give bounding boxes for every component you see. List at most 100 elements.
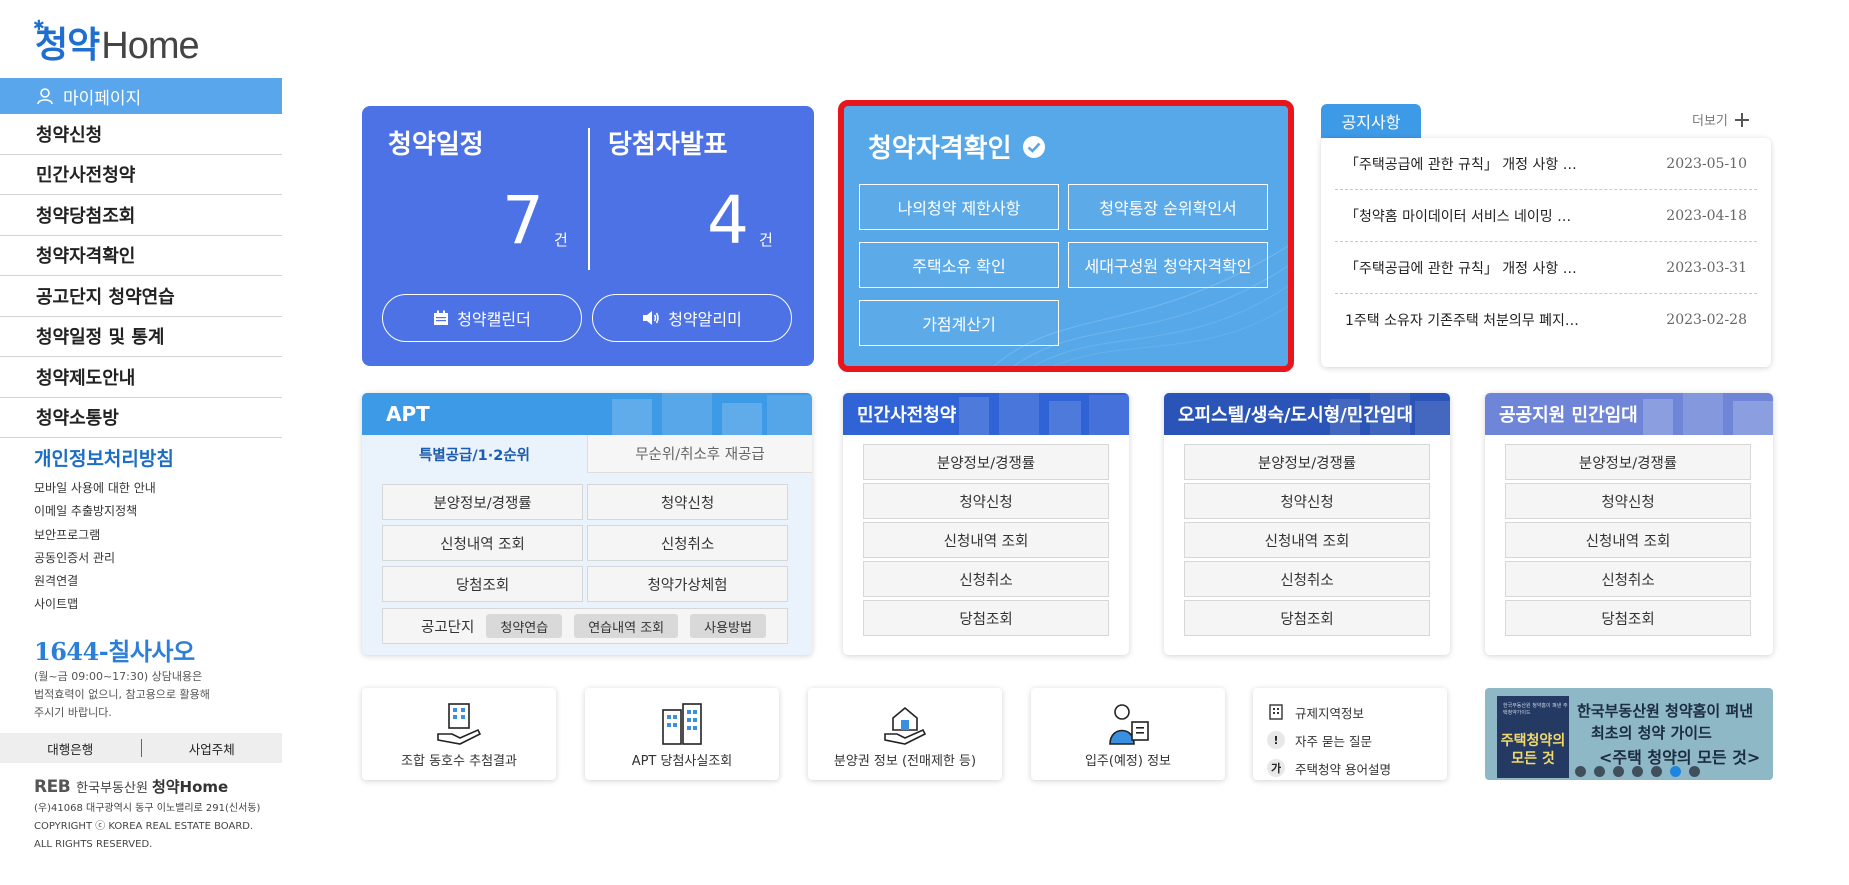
- sitemap-link[interactable]: 사이트맵: [34, 595, 274, 618]
- certificate-link[interactable]: 공동인증서 관리: [34, 549, 274, 572]
- officetel-sale-info-button[interactable]: 분양정보/경쟁률: [1184, 444, 1430, 480]
- security-program-link[interactable]: 보안프로그램: [34, 526, 274, 549]
- apt-virtual-button[interactable]: 청약가상체험: [587, 566, 788, 602]
- officetel-history-button[interactable]: 신청내역 조회: [1184, 522, 1430, 558]
- my-restrictions-button[interactable]: 나의청약 제한사항: [859, 184, 1059, 230]
- winner-announce-title[interactable]: 당첨자발표: [608, 124, 728, 161]
- winner-count-number: 4: [707, 182, 749, 259]
- notice-item[interactable]: 「주택공급에 관한 규칙」 개정 사항 … 2023-05-10: [1335, 138, 1757, 190]
- carousel-dot[interactable]: [1594, 766, 1605, 777]
- carousel-dot[interactable]: [1632, 766, 1643, 777]
- alarm-button-label: 청약알리미: [668, 310, 742, 329]
- alarm-button[interactable]: 청약알리미: [592, 294, 792, 342]
- email-policy-link[interactable]: 이메일 추출방지정책: [34, 502, 274, 525]
- carousel-dot[interactable]: [1651, 766, 1662, 777]
- calendar-button[interactable]: 청약캘린더: [382, 294, 582, 342]
- union-lottery-card[interactable]: 조합 동호수 추첨결과: [362, 688, 556, 780]
- officetel-apply-button[interactable]: 청약신청: [1184, 483, 1430, 519]
- guide-banner[interactable]: 한국부동산원 청약홈이 펴낸 주택청약가이드 주택청약의 모든 것 한국부동산원…: [1485, 688, 1773, 780]
- carousel-dot-active[interactable]: [1670, 766, 1681, 777]
- sidebar-item-schedule-stats[interactable]: 청약일정 및 통계: [0, 317, 282, 357]
- score-calculator-button[interactable]: 가점계산기: [859, 300, 1059, 346]
- guide-book-image: 한국부동산원 청약홈이 펴낸 주택청약가이드 주택청약의 모든 것: [1497, 696, 1569, 778]
- pre-sale-info-button[interactable]: 분양정보/경쟁률: [863, 444, 1109, 480]
- sidebar-item-private-pre[interactable]: 민간사전청약: [0, 155, 282, 195]
- sidebar-item-apply[interactable]: 청약신청: [0, 114, 282, 155]
- usage-chip[interactable]: 사용방법: [690, 614, 766, 638]
- officetel-cancel-button[interactable]: 신청취소: [1184, 561, 1430, 597]
- practice-history-chip[interactable]: 연습내역 조회: [574, 614, 679, 638]
- regulated-area-link[interactable]: 규제지역정보: [1267, 698, 1433, 726]
- mypage-link[interactable]: 마이페이지: [0, 78, 282, 114]
- pre-winner-button[interactable]: 당첨조회: [863, 600, 1109, 636]
- apt-sale-info-button[interactable]: 분양정보/경쟁률: [382, 484, 583, 520]
- officetel-winner-button[interactable]: 당첨조회: [1184, 600, 1430, 636]
- notice-tab[interactable]: 공지사항: [1321, 104, 1421, 138]
- glossary-link[interactable]: 가 주택청약 용어설명: [1267, 754, 1433, 782]
- buildings-illustration: [1643, 393, 1773, 435]
- public-sale-info-button[interactable]: 분양정보/경쟁률: [1505, 444, 1751, 480]
- phone-note-line: (월~금 09:00~17:30) 상담내용은: [34, 670, 203, 683]
- book-title-line: 주택청약의: [1500, 733, 1566, 749]
- practice-chip[interactable]: 청약연습: [486, 614, 563, 638]
- notice-item[interactable]: 1주택 소유자 기존주택 처분의무 폐지… 2023-02-28: [1335, 294, 1757, 346]
- carousel-dots: [1575, 766, 1708, 777]
- privacy-policy-link[interactable]: 개인정보처리방침: [34, 444, 274, 471]
- pre-apply-button[interactable]: 청약신청: [863, 483, 1109, 519]
- public-winner-button[interactable]: 당첨조회: [1505, 600, 1751, 636]
- apt-winner-fact-card[interactable]: APT 당첨사실조회: [585, 688, 779, 780]
- notice-item[interactable]: 「주택공급에 관한 규칙」 개정 사항 … 2023-03-31: [1335, 242, 1757, 294]
- check-circle-icon: [1022, 135, 1045, 158]
- tab-special-supply[interactable]: 특별공급/1·2순위: [362, 435, 587, 473]
- notice-item[interactable]: 「청약홈 마이데이터 서비스 네이밍 … 2023-04-18: [1335, 190, 1757, 242]
- tab-unranked-resupply[interactable]: 무순위/취소후 재공급: [587, 435, 812, 473]
- apt-winner-button[interactable]: 당첨조회: [382, 566, 583, 602]
- schedule-title[interactable]: 청약일정: [388, 124, 484, 161]
- sidebar-item-community[interactable]: 청약소통방: [0, 398, 282, 438]
- exclamation-icon: !: [1267, 731, 1285, 749]
- faq-link[interactable]: ! 자주 묻는 질문: [1267, 726, 1433, 754]
- winner-count[interactable]: 4 건: [707, 188, 773, 254]
- private-pre-card: 민간사전청약 분양정보/경쟁률 청약신청 신청내역 조회 신청취소 당첨조회: [843, 393, 1129, 655]
- apt-cancel-button[interactable]: 신청취소: [587, 525, 788, 561]
- carousel-dot[interactable]: [1689, 766, 1700, 777]
- mobile-guide-link[interactable]: 모바일 사용에 대한 안내: [34, 479, 274, 502]
- remote-link[interactable]: 원격연결: [34, 572, 274, 595]
- glossary-icon: 가: [1267, 759, 1285, 777]
- household-qualification-button[interactable]: 세대구성원 청약자격확인: [1068, 242, 1268, 288]
- house-ownership-button[interactable]: 주택소유 확인: [859, 242, 1059, 288]
- presale-rights-card[interactable]: 분양권 정보 (전매제한 등): [808, 688, 1002, 780]
- regulated-area-label: 규제지역정보: [1295, 705, 1365, 721]
- banner-line-1: 한국부동산원 청약홈이 펴낸: [1577, 702, 1754, 720]
- pre-cancel-button[interactable]: 신청취소: [863, 561, 1109, 597]
- divider: [588, 128, 590, 270]
- phone-number: 1644-칠사사오: [34, 637, 195, 666]
- sidebar-item-practice[interactable]: 공고단지 청약연습: [0, 276, 282, 317]
- carousel-dot[interactable]: [1613, 766, 1624, 777]
- site-logo[interactable]: ✱ 청약 Home: [33, 18, 200, 68]
- sidebar-item-qualification[interactable]: 청약자격확인: [0, 236, 282, 276]
- footer-rights: ALL RIGHTS RESERVED.: [34, 839, 153, 850]
- public-apply-button[interactable]: 청약신청: [1505, 483, 1751, 519]
- banner-line-2: 최초의 청약 가이드: [1591, 724, 1712, 742]
- more-link[interactable]: 더보기: [1692, 110, 1750, 129]
- apartment-icon: [662, 703, 702, 745]
- user-icon: [37, 88, 53, 105]
- business-entity-link[interactable]: 사업주체: [142, 739, 283, 758]
- schedule-count-number: 7: [502, 182, 544, 259]
- sidebar-item-winner-check[interactable]: 청약당첨조회: [0, 195, 282, 236]
- public-history-button[interactable]: 신청내역 조회: [1505, 522, 1751, 558]
- officetel-title: 오피스텔/생숙/도시형/민간임대: [1178, 405, 1414, 426]
- apt-apply-button[interactable]: 청약신청: [587, 484, 788, 520]
- pre-history-button[interactable]: 신청내역 조회: [863, 522, 1109, 558]
- officetel-header: 오피스텔/생숙/도시형/민간임대: [1164, 393, 1450, 435]
- book-subtitle: 한국부동산원 청약홈이 펴낸 주택청약가이드: [1503, 703, 1568, 716]
- sidebar-item-system-guide[interactable]: 청약제도안내: [0, 357, 282, 398]
- move-in-info-card[interactable]: 입주(예정) 정보: [1031, 688, 1225, 780]
- apt-history-button[interactable]: 신청내역 조회: [382, 525, 583, 561]
- carousel-dot[interactable]: [1575, 766, 1586, 777]
- account-rank-button[interactable]: 청약통장 순위확인서: [1068, 184, 1268, 230]
- public-cancel-button[interactable]: 신청취소: [1505, 561, 1751, 597]
- schedule-count[interactable]: 7 건: [502, 188, 568, 254]
- agent-bank-link[interactable]: 대행은행: [0, 739, 141, 758]
